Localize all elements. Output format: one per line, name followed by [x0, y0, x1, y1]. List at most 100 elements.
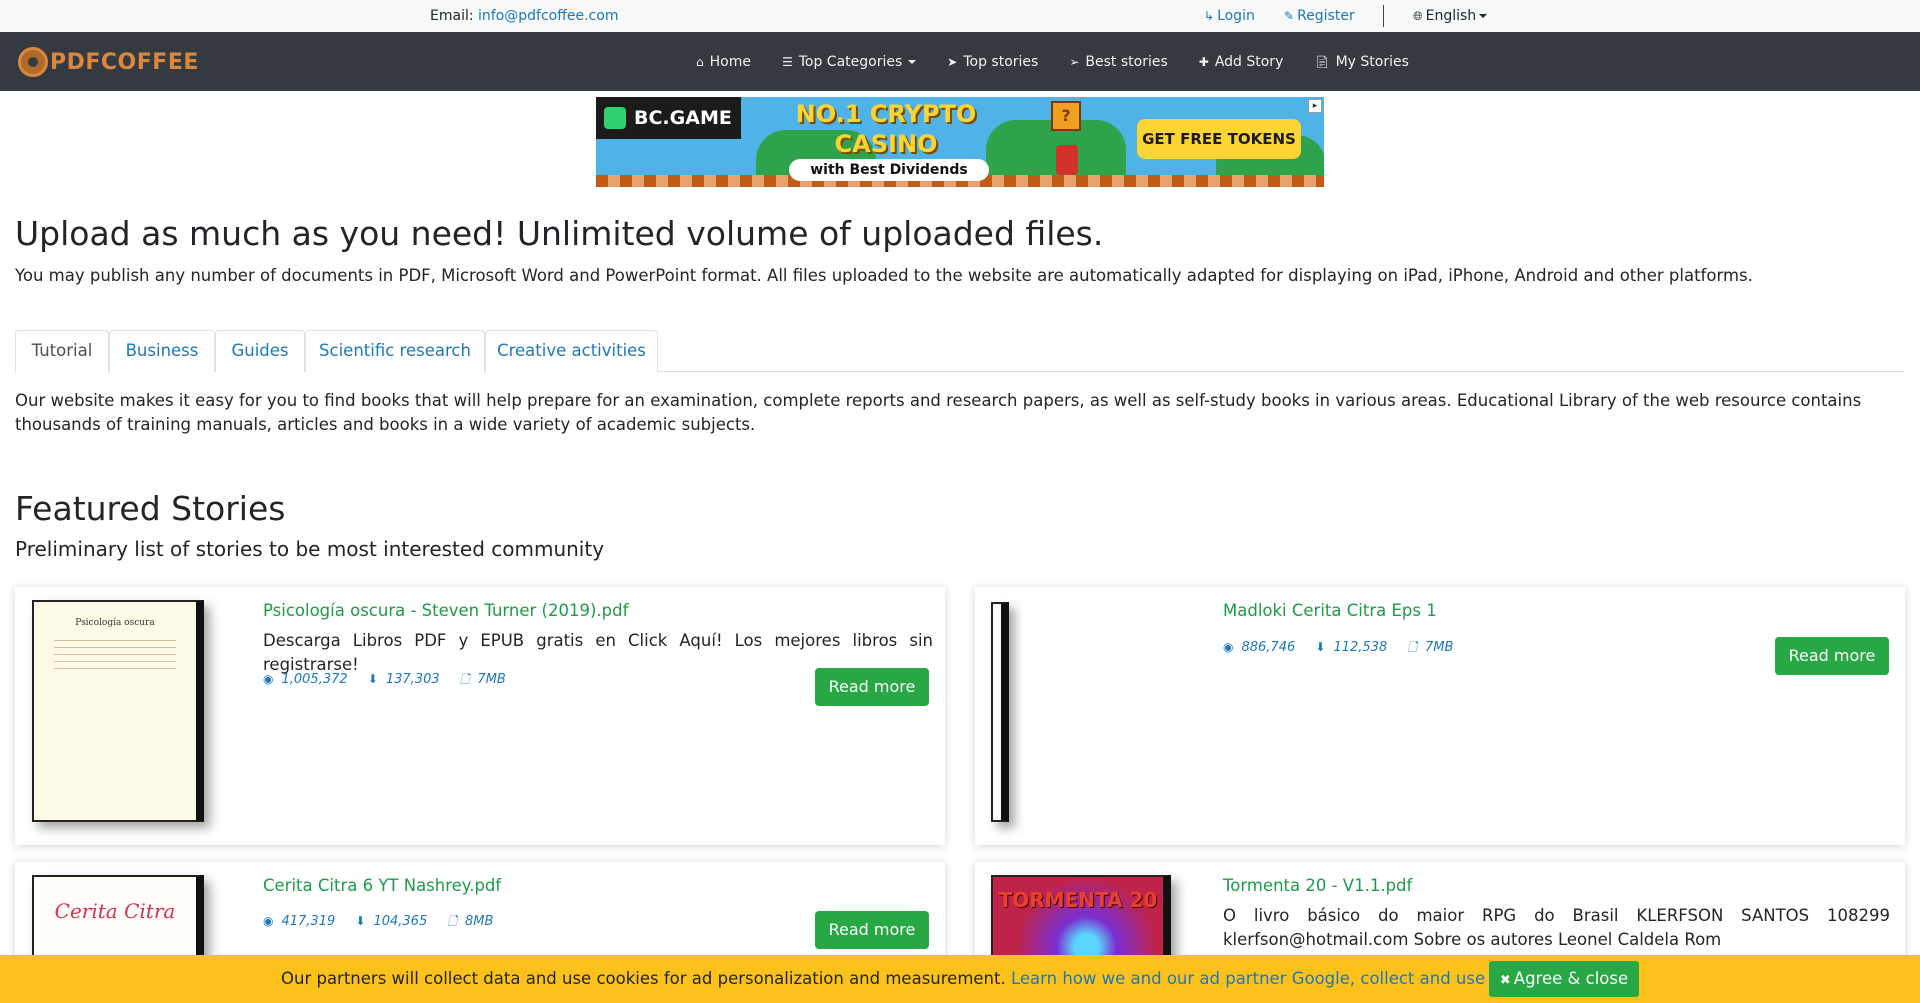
tab-guides[interactable]: Guides [215, 330, 305, 372]
story-card: TORMENTA 20 Tormenta 20 - V1.1.pdf O liv… [975, 862, 1905, 962]
views-count: 1,005,372 [281, 672, 348, 687]
nav-top-stories[interactable]: ➤ Top stories [947, 54, 1038, 70]
story-title[interactable]: Cerita Citra 6 YT Nashrey.pdf [263, 876, 501, 895]
login-link[interactable]: ↳ Login [1204, 8, 1255, 24]
downloads-count: 137,303 [385, 672, 440, 687]
coffee-logo-icon [18, 47, 48, 77]
globe-icon: 🌐︎ [1413, 9, 1423, 23]
site-logo[interactable]: PDFCOFFEE [18, 46, 199, 78]
email-label: Email: [430, 8, 474, 24]
read-more-button[interactable]: Read more [1775, 637, 1889, 675]
featured-title: Featured Stories [15, 489, 286, 528]
nav-best-stories-label: Best stories [1085, 53, 1168, 70]
story-cover[interactable]: Psicología oscura [32, 600, 204, 822]
cookie-consent-bar: Our partners will collect data and use c… [0, 955, 1920, 1003]
chevron-down-icon [908, 59, 917, 64]
eye-icon: ◉ [263, 672, 274, 686]
sign-in-icon: ↳ [1204, 9, 1215, 23]
featured-subtitle: Preliminary list of stories to be most i… [15, 537, 605, 561]
file-icon: 🗋︎ [459, 672, 470, 686]
cookie-message-text: Our partners will collect data and use c… [281, 969, 1006, 988]
size-stat: 🗋︎ 7MB [460, 672, 514, 687]
story-description: O livro básico do maior RPG do Brasil KL… [1223, 906, 1890, 949]
cover-title: Psicología oscura [75, 618, 155, 628]
ad-brand-text: BC.GAME [634, 107, 732, 129]
nav-my-stories-label: My Stories [1335, 53, 1409, 70]
nav-top-stories-label: Top stories [963, 53, 1039, 70]
close-icon: ✖ [1499, 973, 1511, 988]
edit-icon: ✎ [1284, 9, 1295, 23]
cover-text-lines [54, 640, 176, 670]
file-size: 7MB [1425, 640, 1454, 655]
top-bar: Email: info@pdfcoffee.com ↳ Login ✎ Regist… [0, 0, 1920, 32]
logo-text: PDFCOFFEE [50, 49, 199, 75]
tab-description: Our website makes it easy for you to fin… [15, 391, 1862, 434]
ad-headline-line1: NO.1 CRYPTO [795, 100, 977, 128]
story-title[interactable]: Madloki Cerita Citra Eps 1 [1223, 601, 1437, 620]
adchoices-icon[interactable]: ▸ [1308, 99, 1322, 113]
file-size: 8MB [465, 914, 494, 929]
tab-creative-activities[interactable]: Creative activities [485, 330, 658, 372]
story-card: Madloki Cerita Citra Eps 1 ◉ 886,746 ⬇︎ 11… [975, 587, 1905, 845]
tab-tutorial[interactable]: Tutorial [15, 330, 109, 373]
file-icon: 📄︎ [1314, 54, 1330, 69]
read-more-button[interactable]: Read more [815, 668, 929, 706]
ad-banner[interactable]: BC.GAME NO.1 CRYPTO CASINO with Best Divi… [596, 97, 1324, 187]
story-cover[interactable]: TORMENTA 20 [991, 875, 1171, 962]
story-card: Cerita Citra Cerita Citra 6 YT Nashrey.p… [15, 862, 945, 962]
tab-business[interactable]: Business [109, 330, 215, 372]
story-cover[interactable]: Cerita Citra [32, 875, 204, 962]
category-tabs: Tutorial Business Guides Scientific rese… [15, 330, 1905, 373]
story-cover[interactable] [991, 602, 1009, 822]
nav-add-story-label: Add Story [1214, 53, 1284, 70]
views-count: 417,319 [281, 914, 336, 929]
language-dropdown[interactable]: 🌐︎ English [1413, 8, 1488, 24]
home-icon: ⌂ [696, 54, 704, 69]
paper-plane-icon: ➤ [947, 54, 958, 69]
download-icon: ⬇︎ [367, 672, 378, 686]
story-title[interactable]: Tormenta 20 - V1.1.pdf [1223, 876, 1412, 895]
file-size: 7MB [477, 672, 506, 687]
download-icon: ⬇︎ [355, 914, 366, 928]
ad-brand: BC.GAME [596, 97, 741, 139]
cover-title: Cerita Citra [54, 899, 176, 923]
register-label: Register [1297, 8, 1355, 24]
cookie-learn-more-link[interactable]: Learn how we and our ad partner Google, … [1011, 969, 1533, 988]
nav-home[interactable]: ⌂ Home [696, 54, 751, 70]
read-more-button[interactable]: Read more [815, 911, 929, 949]
file-icon: 🗋︎ [1407, 640, 1418, 654]
size-stat: 🗋︎ 8MB [447, 914, 501, 929]
register-link[interactable]: ✎ Register [1284, 8, 1355, 24]
agree-close-button[interactable]: ✖ Agree & close [1489, 961, 1639, 997]
story-stats: ◉ 417,319 ⬇︎ 104,365 🗋︎ 8MB [263, 912, 509, 933]
chevron-down-icon [1479, 14, 1488, 18]
cover-title: TORMENTA 20 [998, 888, 1158, 912]
nav-best-stories[interactable]: ➢ Best stories [1069, 54, 1167, 70]
mario-character-icon [1056, 145, 1078, 175]
question-block-icon: ? [1051, 101, 1081, 131]
eye-icon: ◉ [263, 914, 274, 928]
language-label: English [1425, 8, 1477, 24]
nav-top-categories[interactable]: ☰ Top Categories [782, 53, 917, 70]
story-card: Psicología oscura Psicología oscura - St… [15, 587, 945, 845]
downloads-count: 112,538 [1333, 640, 1388, 655]
download-icon: ⬇︎ [1315, 640, 1326, 654]
main-navbar: PDFCOFFEE ⌂ Home ☰ Top Categories ➤ Top sto… [0, 32, 1920, 91]
ad-subline: with Best Dividends [789, 159, 989, 181]
size-stat: 🗋︎ 7MB [1407, 640, 1461, 655]
nav-my-stories[interactable]: 📄︎ My Stories [1314, 54, 1409, 70]
nav-add-story[interactable]: ✚ Add Story [1199, 54, 1284, 70]
contact-email: Email: info@pdfcoffee.com [430, 8, 618, 24]
ad-cta-button[interactable]: GET FREE TOKENS [1137, 119, 1301, 159]
divider [1383, 5, 1384, 27]
eye-icon: ◉ [1223, 640, 1234, 654]
tab-scientific-research[interactable]: Scientific research [305, 330, 485, 372]
agree-label: Agree & close [1513, 969, 1629, 988]
email-link[interactable]: info@pdfcoffee.com [478, 8, 618, 24]
downloads-stat: ⬇︎ 112,538 [1315, 640, 1395, 655]
ad-headline: NO.1 CRYPTO CASINO [786, 99, 986, 159]
nav-top-categories-label: Top Categories [798, 53, 903, 70]
story-title[interactable]: Psicología oscura - Steven Turner (2019)… [263, 601, 628, 620]
file-icon: 🗋︎ [447, 914, 458, 928]
nav-menu: ⌂ Home ☰ Top Categories ➤ Top stories ➢ Best… [696, 32, 1440, 91]
